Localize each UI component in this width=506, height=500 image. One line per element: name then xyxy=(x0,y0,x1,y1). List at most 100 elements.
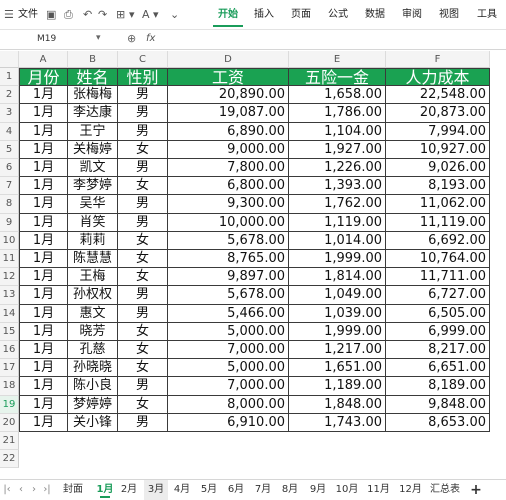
tab-view[interactable]: 视图 xyxy=(434,0,464,30)
table-cell[interactable]: 1月 xyxy=(19,413,68,432)
table-cell[interactable]: 陈慧慧 xyxy=(68,250,118,269)
table-cell[interactable]: 9,848.00 xyxy=(386,395,490,414)
table-cell[interactable]: 1,786.00 xyxy=(289,104,386,123)
row-header[interactable]: 8 xyxy=(0,195,19,214)
table-cell[interactable]: 1月 xyxy=(19,213,68,232)
header-cell[interactable]: 月份 xyxy=(19,68,68,87)
row-header[interactable]: 22 xyxy=(0,450,19,469)
sheet-tab[interactable]: 2月 xyxy=(117,480,141,500)
row-header[interactable]: 6 xyxy=(0,159,19,178)
sheet-tab[interactable]: 3月 xyxy=(144,480,168,500)
header-cell[interactable]: 姓名 xyxy=(68,68,118,87)
last-sheet-icon[interactable]: ›| xyxy=(42,480,52,500)
table-cell[interactable]: 1,743.00 xyxy=(289,413,386,432)
table-cell[interactable]: 1,014.00 xyxy=(289,231,386,250)
sheet-tab[interactable]: 9月 xyxy=(305,480,331,500)
first-sheet-icon[interactable]: |‹ xyxy=(2,480,12,500)
table-cell[interactable]: 男 xyxy=(118,286,168,305)
fx-icon[interactable]: fx xyxy=(146,33,155,44)
table-cell[interactable]: 5,678.00 xyxy=(168,231,289,250)
table-cell[interactable]: 9,897.00 xyxy=(168,268,289,287)
table-cell[interactable]: 7,800.00 xyxy=(168,159,289,178)
table-cell[interactable]: 20,873.00 xyxy=(386,104,490,123)
table-cell[interactable]: 1,658.00 xyxy=(289,86,386,105)
row-header[interactable]: 11 xyxy=(0,250,19,269)
table-cell[interactable]: 男 xyxy=(118,377,168,396)
table-cell[interactable]: 10,764.00 xyxy=(386,250,490,269)
table-cell[interactable]: 8,217.00 xyxy=(386,341,490,360)
table-cell[interactable]: 6,692.00 xyxy=(386,231,490,250)
sheet-tab[interactable]: 10月 xyxy=(333,480,361,500)
tab-tools[interactable]: 工具 xyxy=(472,0,502,30)
sheet-tab[interactable]: 1月 xyxy=(94,480,116,500)
table-cell[interactable]: 莉莉 xyxy=(68,231,118,250)
table-cell[interactable]: 7,000.00 xyxy=(168,341,289,360)
sheet-tab[interactable]: 8月 xyxy=(278,480,302,500)
row-header[interactable]: 14 xyxy=(0,304,19,323)
column-header-e[interactable]: E xyxy=(289,51,386,68)
table-cell[interactable]: 8,765.00 xyxy=(168,250,289,269)
undo-icon[interactable]: ↶ xyxy=(83,0,92,30)
header-cell[interactable]: 五险一金 xyxy=(289,68,386,87)
table-cell[interactable]: 1,217.00 xyxy=(289,341,386,360)
table-cell[interactable]: 张梅梅 xyxy=(68,86,118,105)
table-cell[interactable]: 10,927.00 xyxy=(386,140,490,159)
table-cell[interactable]: 1月 xyxy=(19,268,68,287)
table-cell[interactable]: 1,814.00 xyxy=(289,268,386,287)
print-icon[interactable]: ⎙ xyxy=(64,0,73,30)
table-cell[interactable]: 女 xyxy=(118,395,168,414)
table-cell[interactable]: 男 xyxy=(118,213,168,232)
chevron-down-icon[interactable]: ▾ xyxy=(96,33,101,43)
next-sheet-icon[interactable]: › xyxy=(29,480,39,500)
add-sheet-button[interactable]: + xyxy=(468,480,484,500)
table-cell[interactable]: 1月 xyxy=(19,304,68,323)
table-cell[interactable]: 1,393.00 xyxy=(289,177,386,196)
table-cell[interactable]: 1,999.00 xyxy=(289,250,386,269)
border-icon[interactable]: ⊞ xyxy=(116,0,125,30)
chevron-down-icon[interactable]: ▾ xyxy=(153,0,159,30)
table-cell[interactable]: 11,119.00 xyxy=(386,213,490,232)
tab-insert[interactable]: 插入 xyxy=(249,0,279,30)
row-header[interactable]: 4 xyxy=(0,122,19,141)
table-cell[interactable]: 10,000.00 xyxy=(168,213,289,232)
table-cell[interactable]: 凯文 xyxy=(68,159,118,178)
table-cell[interactable]: 1,226.00 xyxy=(289,159,386,178)
table-cell[interactable]: 1,999.00 xyxy=(289,322,386,341)
prev-sheet-icon[interactable]: ‹ xyxy=(16,480,26,500)
table-cell[interactable]: 肖笑 xyxy=(68,213,118,232)
table-cell[interactable]: 男 xyxy=(118,413,168,432)
sheet-tab[interactable]: 封面 xyxy=(56,480,90,500)
table-cell[interactable]: 1月 xyxy=(19,377,68,396)
select-all-corner[interactable] xyxy=(0,51,19,68)
table-cell[interactable]: 女 xyxy=(118,140,168,159)
redo-icon[interactable]: ↷ xyxy=(98,0,107,30)
row-header[interactable]: 20 xyxy=(0,413,19,432)
table-cell[interactable]: 9,026.00 xyxy=(386,159,490,178)
row-header[interactable]: 17 xyxy=(0,359,19,378)
table-cell[interactable]: 5,466.00 xyxy=(168,304,289,323)
sheet-tab[interactable]: 11月 xyxy=(364,480,393,500)
table-cell[interactable]: 女 xyxy=(118,177,168,196)
tab-review[interactable]: 审阅 xyxy=(397,0,427,30)
row-header[interactable]: 10 xyxy=(0,231,19,250)
table-cell[interactable]: 晓芳 xyxy=(68,322,118,341)
table-cell[interactable]: 吴华 xyxy=(68,195,118,214)
table-cell[interactable]: 1,119.00 xyxy=(289,213,386,232)
table-cell[interactable]: 6,890.00 xyxy=(168,122,289,141)
table-cell[interactable]: 孙权权 xyxy=(68,286,118,305)
table-cell[interactable]: 1月 xyxy=(19,140,68,159)
row-header[interactable]: 3 xyxy=(0,104,19,123)
table-cell[interactable]: 8,653.00 xyxy=(386,413,490,432)
table-cell[interactable]: 1,189.00 xyxy=(289,377,386,396)
row-header[interactable]: 16 xyxy=(0,341,19,360)
table-cell[interactable]: 5,000.00 xyxy=(168,359,289,378)
table-cell[interactable]: 1月 xyxy=(19,250,68,269)
name-box[interactable]: M19 xyxy=(3,32,107,47)
table-cell[interactable]: 1月 xyxy=(19,359,68,378)
table-cell[interactable]: 孔慈 xyxy=(68,341,118,360)
table-cell[interactable]: 19,087.00 xyxy=(168,104,289,123)
table-cell[interactable]: 关小锋 xyxy=(68,413,118,432)
table-cell[interactable]: 6,651.00 xyxy=(386,359,490,378)
row-header[interactable]: 15 xyxy=(0,322,19,341)
tab-page[interactable]: 页面 xyxy=(286,0,316,30)
